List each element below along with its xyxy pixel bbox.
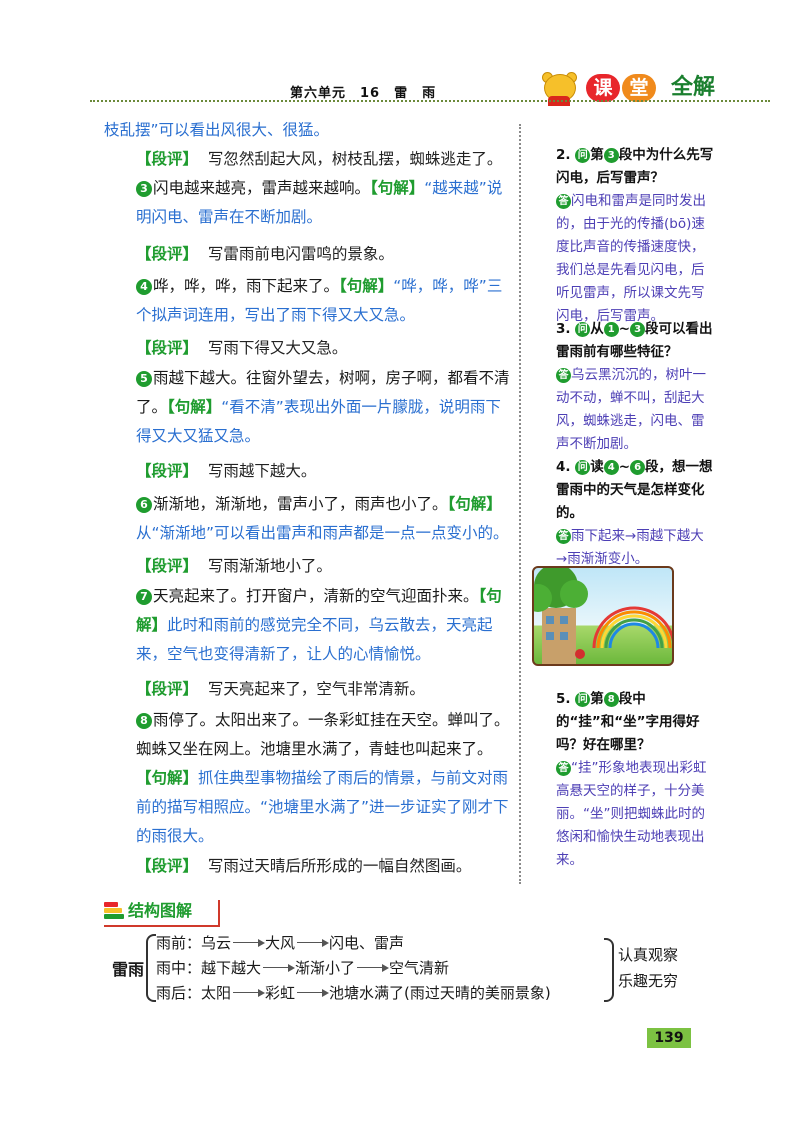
running-title: 第六单元 16 雷 雨 [290,86,437,101]
paragraph: 3 闪电越来越亮，雷声越来越响。【句解】“越来越”说明闪电、雷声在不断加剧。 [136,179,503,226]
paragraph-review: 【段评】 写雨越下越大。 [136,462,317,480]
left-brace [146,934,156,1002]
paragraph: 5 雨越下越大。往窗外望去，树啊，房子啊，都看不清了。【句解】“看不清”表现出外面… [136,369,510,445]
paragraph-number: 4 [136,279,152,295]
paragraph-number: 8 [136,713,152,729]
question-icon: 问 [575,692,591,707]
diagram-row-during: 雨中：越下越大 渐渐小了 空气清新 [156,959,450,977]
section-underline [104,925,220,927]
paragraph-review: 【段评】 写忽然刮起大风，树枝乱摆，蜘蛛逃走了。 [136,150,503,168]
right-brace [604,938,614,1002]
review-tag: 【段评】 [136,150,199,168]
paragraph-number: 7 [136,589,152,605]
diagram-conclusion-2: 乐趣无穷 [618,972,679,990]
arrow-right-icon [297,988,330,997]
rainbow-illustration [532,566,674,666]
arrow-right-icon [297,938,330,947]
column-divider [519,124,521,884]
paragraph-review: 【段评】 写雷雨前电闪雷鸣的景象。 [136,245,394,263]
logo-char-2: 堂 [622,74,656,102]
side-question-4: 4. 问读 4 ~6 段，想一想雷雨中的天气是怎样变化的。 答雨下起来→雨越下越大→雨… [556,459,713,567]
paragraph-number: 3 [136,181,152,197]
paragraph-number: 6 [136,497,152,513]
diagram-row-before: 雨前：乌云 大风 闪电、雷声 [156,934,405,952]
page-header: 第六单元 16 雷 雨 课 堂 全解 [0,0,800,110]
logo-char-1: 课 [586,74,620,102]
arrow-right-icon [233,988,266,997]
paragraph-review: 【段评】 写雨下得又大又急。 [136,339,348,357]
paragraph: 6 渐渐地，渐渐地，雷声小了，雨声也小了。【句解】从“渐渐地”可以看出雷声和雨声都… [136,495,509,542]
paragraph: 7 天亮起来了。打开窗户，清新的空气迎面扑来。【句解】此时和雨前的感觉完全不同，乌… [136,587,502,663]
arrow-right-icon [263,963,296,972]
question-icon: 问 [575,148,591,163]
side-question-5: 5. 问第 8 段中的“挂”和“坐”字用得好吗？好在哪里？ 答 “挂”形象地表现出彩虹… [556,691,707,868]
stacked-bars-icon [104,902,124,920]
answer-icon: 答 [556,529,571,544]
logo-char-3: 全解 [670,75,715,100]
arrow-right-icon [233,938,266,947]
diagram-conclusion-1: 认真观察 [618,946,679,964]
paragraph-review: 【段评】 写雨过天晴后所形成的一幅自然图画。 [136,857,472,875]
side-question-3: 3. 问从 1 ~3 段可以看出雷雨前有哪些特征？ 答乌云黑沉沉的，树叶一动不动，蝉不… [556,321,713,452]
answer-icon: 答 [556,761,571,776]
question-icon: 问 [575,460,591,475]
header-divider [90,100,770,102]
answer-icon: 答 [556,194,571,209]
section-corner-line [218,900,220,926]
paragraph: 枝乱摆”可以看出风很大、很猛。 [104,121,330,139]
answer-icon: 答 [556,368,571,383]
page-number: 139 [647,1028,691,1048]
paragraph: 4 哗，哗，哗，雨下起来了。【句解】“哗，哗，哗”三个拟声词连用，写出了雨下得又大… [136,277,503,324]
paragraph-review: 【段评】 写天亮起来了，空气非常清新。 [136,680,425,698]
diagram-row-after: 雨后：太阳 彩虹 池塘水满了(雨过天晴的美丽景象) [156,984,551,1002]
arrow-right-icon [357,963,390,972]
paragraph-review: 【段评】 写雨渐渐地小了。 [136,557,332,575]
side-question-2: 2. 问第 3 段中为什么先写闪电，后写雷声？ 答闪电和雷声是同时发出的，由于光的传… [556,147,714,324]
diagram-root: 雷雨 [112,960,145,979]
question-icon: 问 [575,322,591,337]
paragraph-number: 5 [136,371,152,387]
structure-diagram: 雷雨 雨前：乌云 大风 闪电、雷声 雨中：越下越大 渐渐小了 空气清新 雨后：太阳 彩虹池… [100,930,700,1010]
paragraph: 8 雨停了。太阳出来了。一条彩虹挂在天空。蝉叫了。蜘蛛又坐在网上。池塘里水满了，青… [136,711,510,845]
paragraph-number: 3 [603,148,619,163]
